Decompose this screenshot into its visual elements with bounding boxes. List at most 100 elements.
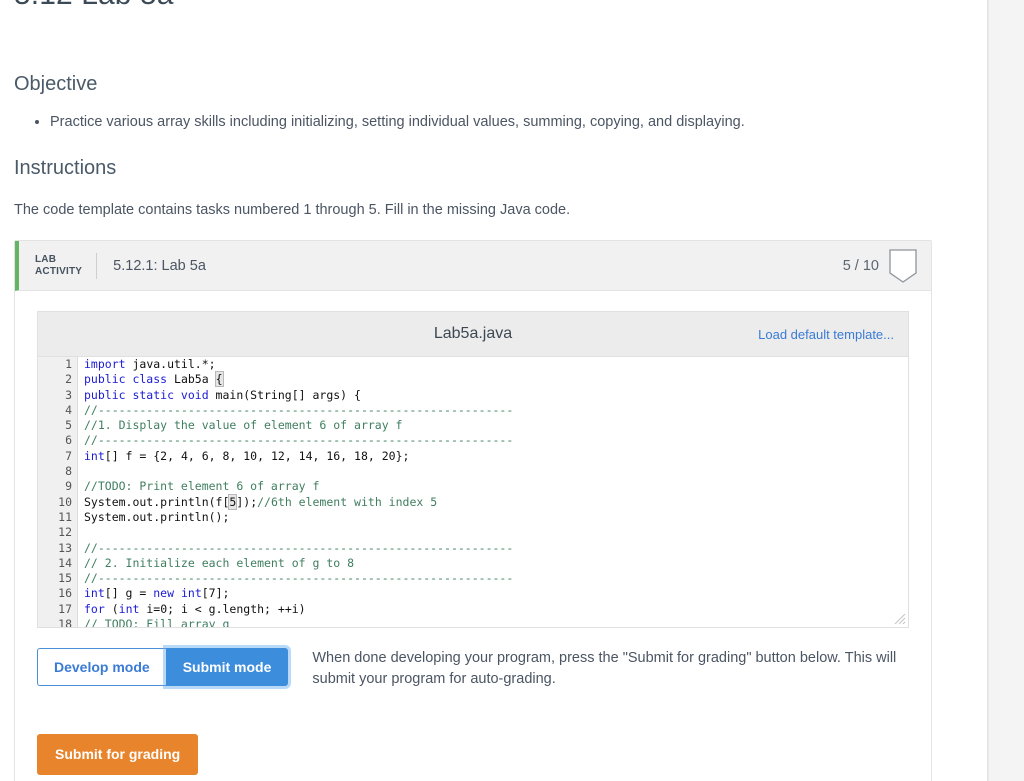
- code-token: public static void: [84, 387, 209, 402]
- code-line-text[interactable]: // 2. Initialize each element of g to 8: [78, 556, 909, 571]
- mode-help-text: When done developing your program, press…: [312, 650, 897, 687]
- lab-activity-score: 5 / 10: [842, 257, 879, 274]
- code-line-text[interactable]: //--------------------------------------…: [78, 571, 909, 586]
- objective-heading: Objective: [14, 73, 98, 95]
- code-line-text[interactable]: System.out.println();: [78, 510, 909, 525]
- code-line: 7 int[] f = {2, 4, 6, 8, 10, 12, 14, 16, …: [38, 448, 909, 465]
- code-line: 10 System.out.println(f[5]);//6th element…: [38, 493, 909, 510]
- code-lines-table: 1 import java.util.*; 2 public class Lab5a …: [38, 357, 908, 627]
- mode-toggle-group: Develop mode Submit mode: [34, 645, 291, 689]
- code-line-text[interactable]: public static void main(String[] args) {: [78, 388, 909, 403]
- list-item: Practice various array skills including …: [50, 112, 926, 132]
- code-token: //--------------------------------------…: [84, 540, 514, 555]
- code-line: 1 import java.util.*;: [38, 357, 909, 373]
- editor-toolbar: Lab5a.java Load default template...: [38, 312, 908, 357]
- code-token: // TODO: Fill array g: [84, 617, 230, 627]
- submit-mode-button[interactable]: Submit mode: [165, 648, 289, 686]
- code-line-text[interactable]: //--------------------------------------…: [78, 541, 909, 556]
- line-number: 2: [38, 372, 78, 388]
- code-token: // 2. Initialize each element of g to 8: [84, 555, 355, 570]
- code-line-text[interactable]: [78, 525, 909, 540]
- lab-activity-title: 5.12.1: Lab 5a: [113, 257, 206, 274]
- develop-mode-button[interactable]: Develop mode: [37, 648, 166, 686]
- code-line: 18 // TODO: Fill array g: [38, 617, 908, 627]
- code-line-text[interactable]: //1. Display the value of element 6 of a…: [78, 418, 909, 433]
- line-number: 17: [38, 601, 78, 618]
- code-line-text[interactable]: //--------------------------------------…: [78, 433, 909, 448]
- code-line-text[interactable]: public class Lab5a {: [78, 371, 909, 388]
- resize-grip-icon[interactable]: [894, 613, 906, 625]
- lab-activity-tag-line1: LAB: [35, 253, 57, 265]
- code-line: 15 //------------------------------------…: [38, 571, 909, 587]
- line-number: 1: [38, 357, 78, 373]
- line-number: 4: [38, 402, 78, 419]
- code-token: int: [180, 586, 202, 601]
- code-token: //TODO: Print element 6 of array f: [84, 479, 320, 494]
- code-token: java.util.*;: [125, 357, 216, 371]
- code-editor[interactable]: Lab5a.java Load default template... 1 imp…: [37, 311, 909, 628]
- line-number: 3: [38, 387, 78, 403]
- code-token: Lab5a: [167, 372, 216, 387]
- code-line-text[interactable]: //--------------------------------------…: [78, 403, 909, 418]
- code-line-text[interactable]: // TODO: Fill array g: [78, 617, 909, 627]
- line-number: 16: [38, 586, 78, 602]
- code-token: //--------------------------------------…: [84, 402, 514, 417]
- line-number: 7: [38, 448, 78, 465]
- code-text-area[interactable]: 1 import java.util.*; 2 public class Lab5a …: [38, 357, 908, 627]
- code-token: main(String[] args) {: [208, 387, 361, 402]
- code-line: 6 //-------------------------------------…: [38, 433, 909, 449]
- code-line: 17 for (int i=0; i < g.length; ++i): [38, 601, 909, 618]
- line-number: 9: [38, 479, 78, 495]
- load-default-template-link[interactable]: Load default template...: [758, 327, 894, 342]
- code-token: (: [104, 601, 119, 616]
- page-content: 5.12 Lab 5a Objective Practice various a…: [0, 0, 940, 781]
- line-number: 13: [38, 540, 78, 556]
- line-number: 18: [38, 617, 78, 627]
- code-token: i=0; i < g.length; ++i): [139, 601, 306, 616]
- code-line: 8: [38, 464, 909, 480]
- code-token: for: [84, 601, 105, 616]
- lab-activity-tag: LAB ACTIVITY: [19, 254, 96, 278]
- line-number: 10: [38, 494, 78, 510]
- code-token: //1. Display the value of element 6 of a…: [84, 418, 403, 433]
- code-line-text[interactable]: int[] f = {2, 4, 6, 8, 10, 12, 14, 16, 1…: [78, 449, 909, 464]
- code-line-text[interactable]: for (int i=0; i < g.length; ++i): [78, 602, 909, 617]
- code-line: 11 System.out.println();: [38, 509, 909, 526]
- line-number: 11: [38, 509, 78, 526]
- card-bottom-spacer: [15, 775, 931, 781]
- code-line-text[interactable]: [78, 464, 909, 479]
- bookmark-icon[interactable]: [889, 248, 917, 283]
- line-number: 14: [38, 555, 78, 572]
- code-token: [7];: [201, 586, 230, 601]
- code-line-text[interactable]: int[] g = new int[7];: [78, 586, 909, 601]
- line-number: 15: [38, 571, 78, 587]
- code-line: 13 //------------------------------------…: [38, 540, 909, 556]
- lab-activity-header: LAB ACTIVITY 5.12.1: Lab 5a 5 / 10: [15, 241, 931, 291]
- lab-activity-tag-line2: ACTIVITY: [35, 265, 83, 277]
- lab-activity-card: LAB ACTIVITY 5.12.1: Lab 5a 5 / 10 Lab5a…: [14, 240, 932, 781]
- instructions-text: The code template contains tasks numbere…: [14, 202, 571, 218]
- line-number: 8: [38, 464, 78, 480]
- code-token: System.out.println();: [84, 509, 230, 524]
- code-line: 3 public static void main(String[] args) …: [38, 387, 909, 403]
- code-token: new: [153, 586, 175, 601]
- mode-toggle-row: Develop mode Submit mode When done devel…: [37, 648, 909, 690]
- code-line-text[interactable]: //TODO: Print element 6 of array f: [78, 479, 909, 494]
- code-token: System.out.println(f[: [84, 494, 230, 509]
- code-line-text[interactable]: import java.util.*;: [78, 357, 909, 372]
- line-number: 5: [38, 418, 78, 434]
- code-token: //--------------------------------------…: [84, 433, 514, 448]
- code-token: [] f = {2, 4, 6, 8, 10, 12, 14, 16, 18, …: [104, 448, 410, 463]
- code-line: 5 //1. Display the value of element 6 of …: [38, 418, 909, 434]
- code-line-text[interactable]: System.out.println(f[5]);//6th element w…: [78, 493, 909, 510]
- code-token: int: [84, 448, 105, 463]
- page-scroll-region[interactable]: 5.12 Lab 5a Objective Practice various a…: [0, 0, 988, 781]
- code-token: ]);: [236, 494, 258, 509]
- submit-for-grading-button[interactable]: Submit for grading: [37, 734, 199, 775]
- code-line: 16 int[] g = new int[7];: [38, 586, 909, 602]
- code-token: public class: [84, 372, 168, 387]
- page-title: 5.12 Lab 5a: [14, 0, 926, 12]
- code-token: //6th element with index 5: [257, 494, 438, 509]
- code-line: 9 //TODO: Print element 6 of array f: [38, 479, 909, 495]
